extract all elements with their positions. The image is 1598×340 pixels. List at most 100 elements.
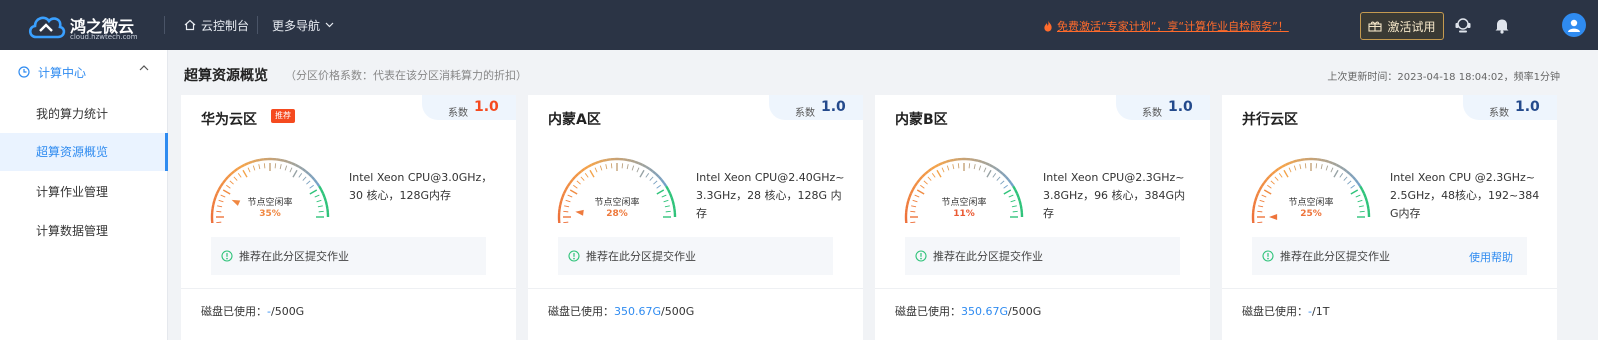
coefficient-label: 系数 [795,108,815,119]
gauge-arc-segment [1281,163,1287,168]
coefficient-value: 1.0 [1515,99,1540,115]
nav-console-link[interactable]: 云控制台 [184,17,249,33]
logo[interactable]: 鸿之微云 cloud.hzwtech.com [26,9,154,43]
disk-usage-label: 磁盘已使用： [548,305,614,318]
recommend-tip: 推荐在此分区提交作业 [558,237,833,275]
gauge-arc-segment [214,192,219,198]
gauge-tick [263,163,266,169]
gauge-arc-segment [662,182,668,187]
gauge-arc-segment [1345,170,1351,175]
gauge-tick [563,210,569,213]
gauge-arc-segment [318,185,323,191]
gauge-arc-segment [626,158,632,162]
recommend-tip: 推荐在此分区提交作业 [211,237,486,275]
gauge-arc-segment [668,192,673,198]
gauge-arc-segment [325,204,329,210]
gauge-arc-segment [1356,182,1362,187]
gauge-tick [1261,194,1267,198]
gauge-arc-segment [1366,204,1370,210]
gauge-tick [218,199,224,203]
gauge-arc-segment [230,170,236,175]
sidebar-item-job-management[interactable]: 计算作业管理 [0,173,168,211]
gauge-arc-segment [1300,158,1306,162]
promo-link[interactable]: 免费激活“专家计划”，享“计算作业自检服务”！ [1043,18,1289,34]
divider [528,288,863,289]
gauge-label: 节点空闲率 [594,196,639,208]
gauge-arc-segment [924,170,930,175]
gauge-tick [237,173,242,178]
gauge-tick [309,184,314,189]
clock-icon [18,66,30,78]
coefficient-label: 系数 [448,108,468,119]
gauge-arc-segment [622,158,628,162]
gauge-arc-segment [598,159,604,163]
gauge-arc-segment [1017,196,1021,202]
divider [257,16,258,34]
gauge-arc-segment [1361,189,1366,194]
gauge-tick [649,176,654,181]
gauge-arc-segment [1253,200,1257,206]
gauge-arc-segment [574,173,579,178]
gauge-arc-segment [583,165,589,170]
gauge-tick [914,194,920,198]
sidebar-group-compute-center[interactable]: 计算中心 [0,50,167,94]
gauge-arc-segment [949,158,955,162]
gauge-tick [1355,194,1361,198]
gauge-tick [1257,221,1263,223]
gauge-arc-segment [638,162,643,166]
nav-more-dropdown[interactable]: 更多导航 [272,17,334,33]
usage-help-link[interactable]: 使用帮助 [1469,249,1513,265]
sidebar-item-compute-stats[interactable]: 我的算力统计 [0,95,168,133]
gauge-tick [1333,169,1339,178]
gauge-tick [594,167,598,173]
gauge-tick [653,180,658,185]
partition-card[interactable]: 并行云区 系数 1.0 节点空闲率 25% Intel Xeon CPU @2.3GHz~… [1222,95,1557,340]
headset-icon[interactable] [1453,15,1473,35]
gauge-tick [656,189,665,195]
sidebar: 计算中心 我的算力统计 超算资源概览 计算作业管理 计算数据管理 [0,50,168,340]
sidebar-item-resource-overview[interactable]: 超算资源概览 [0,133,168,171]
nav-more-label: 更多导航 [272,18,321,33]
gauge-tick [1320,164,1323,170]
gauge-tick [317,205,323,208]
gauge-arc-segment [1274,167,1280,173]
gauge-arc-segment [1018,200,1022,206]
gauge-tick [1003,184,1008,189]
sidebar-item-label: 计算作业管理 [36,185,109,199]
gauge-arc-segment [641,163,647,168]
gauge-arc-segment [1328,160,1334,165]
gauge-arc-segment [320,189,325,194]
gauge-tick [302,176,307,181]
gauge-pointer [1269,214,1278,220]
gauge-tick [580,176,585,181]
user-avatar-icon[interactable] [1562,13,1586,37]
bell-icon[interactable] [1492,15,1512,35]
partition-card[interactable]: 内蒙B区 系数 1.0 节点空闲率 11% Intel Xeon CPU@2.3GHz~3… [875,95,1210,340]
gauge-tick [247,167,251,173]
idle-rate-gauge: 节点空闲率11% [904,157,1024,223]
gauge-tick [665,210,671,213]
gauge-arc-segment [672,204,676,210]
gauge-arc-segment [1258,185,1263,191]
gauge-arc-segment [1014,189,1019,194]
gauge-tick [306,180,311,185]
partition-card[interactable]: 内蒙A区 系数 1.0 节点空闲率 28% Intel Xeon CPU@2.40GHz~… [528,95,863,340]
gauge-value: 35% [259,209,281,219]
gauge-tick [314,194,320,198]
gauge-tick [911,205,917,208]
partition-card[interactable]: 华为云区 推荐 系数 1.0 节点空闲率 35% Intel Xeon CPU@3.0GHz… [181,95,516,340]
gauge-arc-segment [294,163,300,168]
sidebar-item-data-management[interactable]: 计算数据管理 [0,212,168,250]
gauge-tick [636,167,640,173]
gauge-arc-segment [313,178,318,184]
gauge-arc-segment [1359,185,1364,191]
gauge-tick [1000,180,1005,185]
activate-trial-button[interactable]: 激活试用 [1360,12,1444,40]
gauge-tick [626,164,629,170]
gauge-tick [910,221,916,223]
gauge-tick [1257,210,1263,213]
gauge-tick [645,173,650,178]
gauge-arc-segment [985,162,990,166]
gauge-arc-segment [217,185,222,191]
gauge-arc-segment [930,165,936,170]
